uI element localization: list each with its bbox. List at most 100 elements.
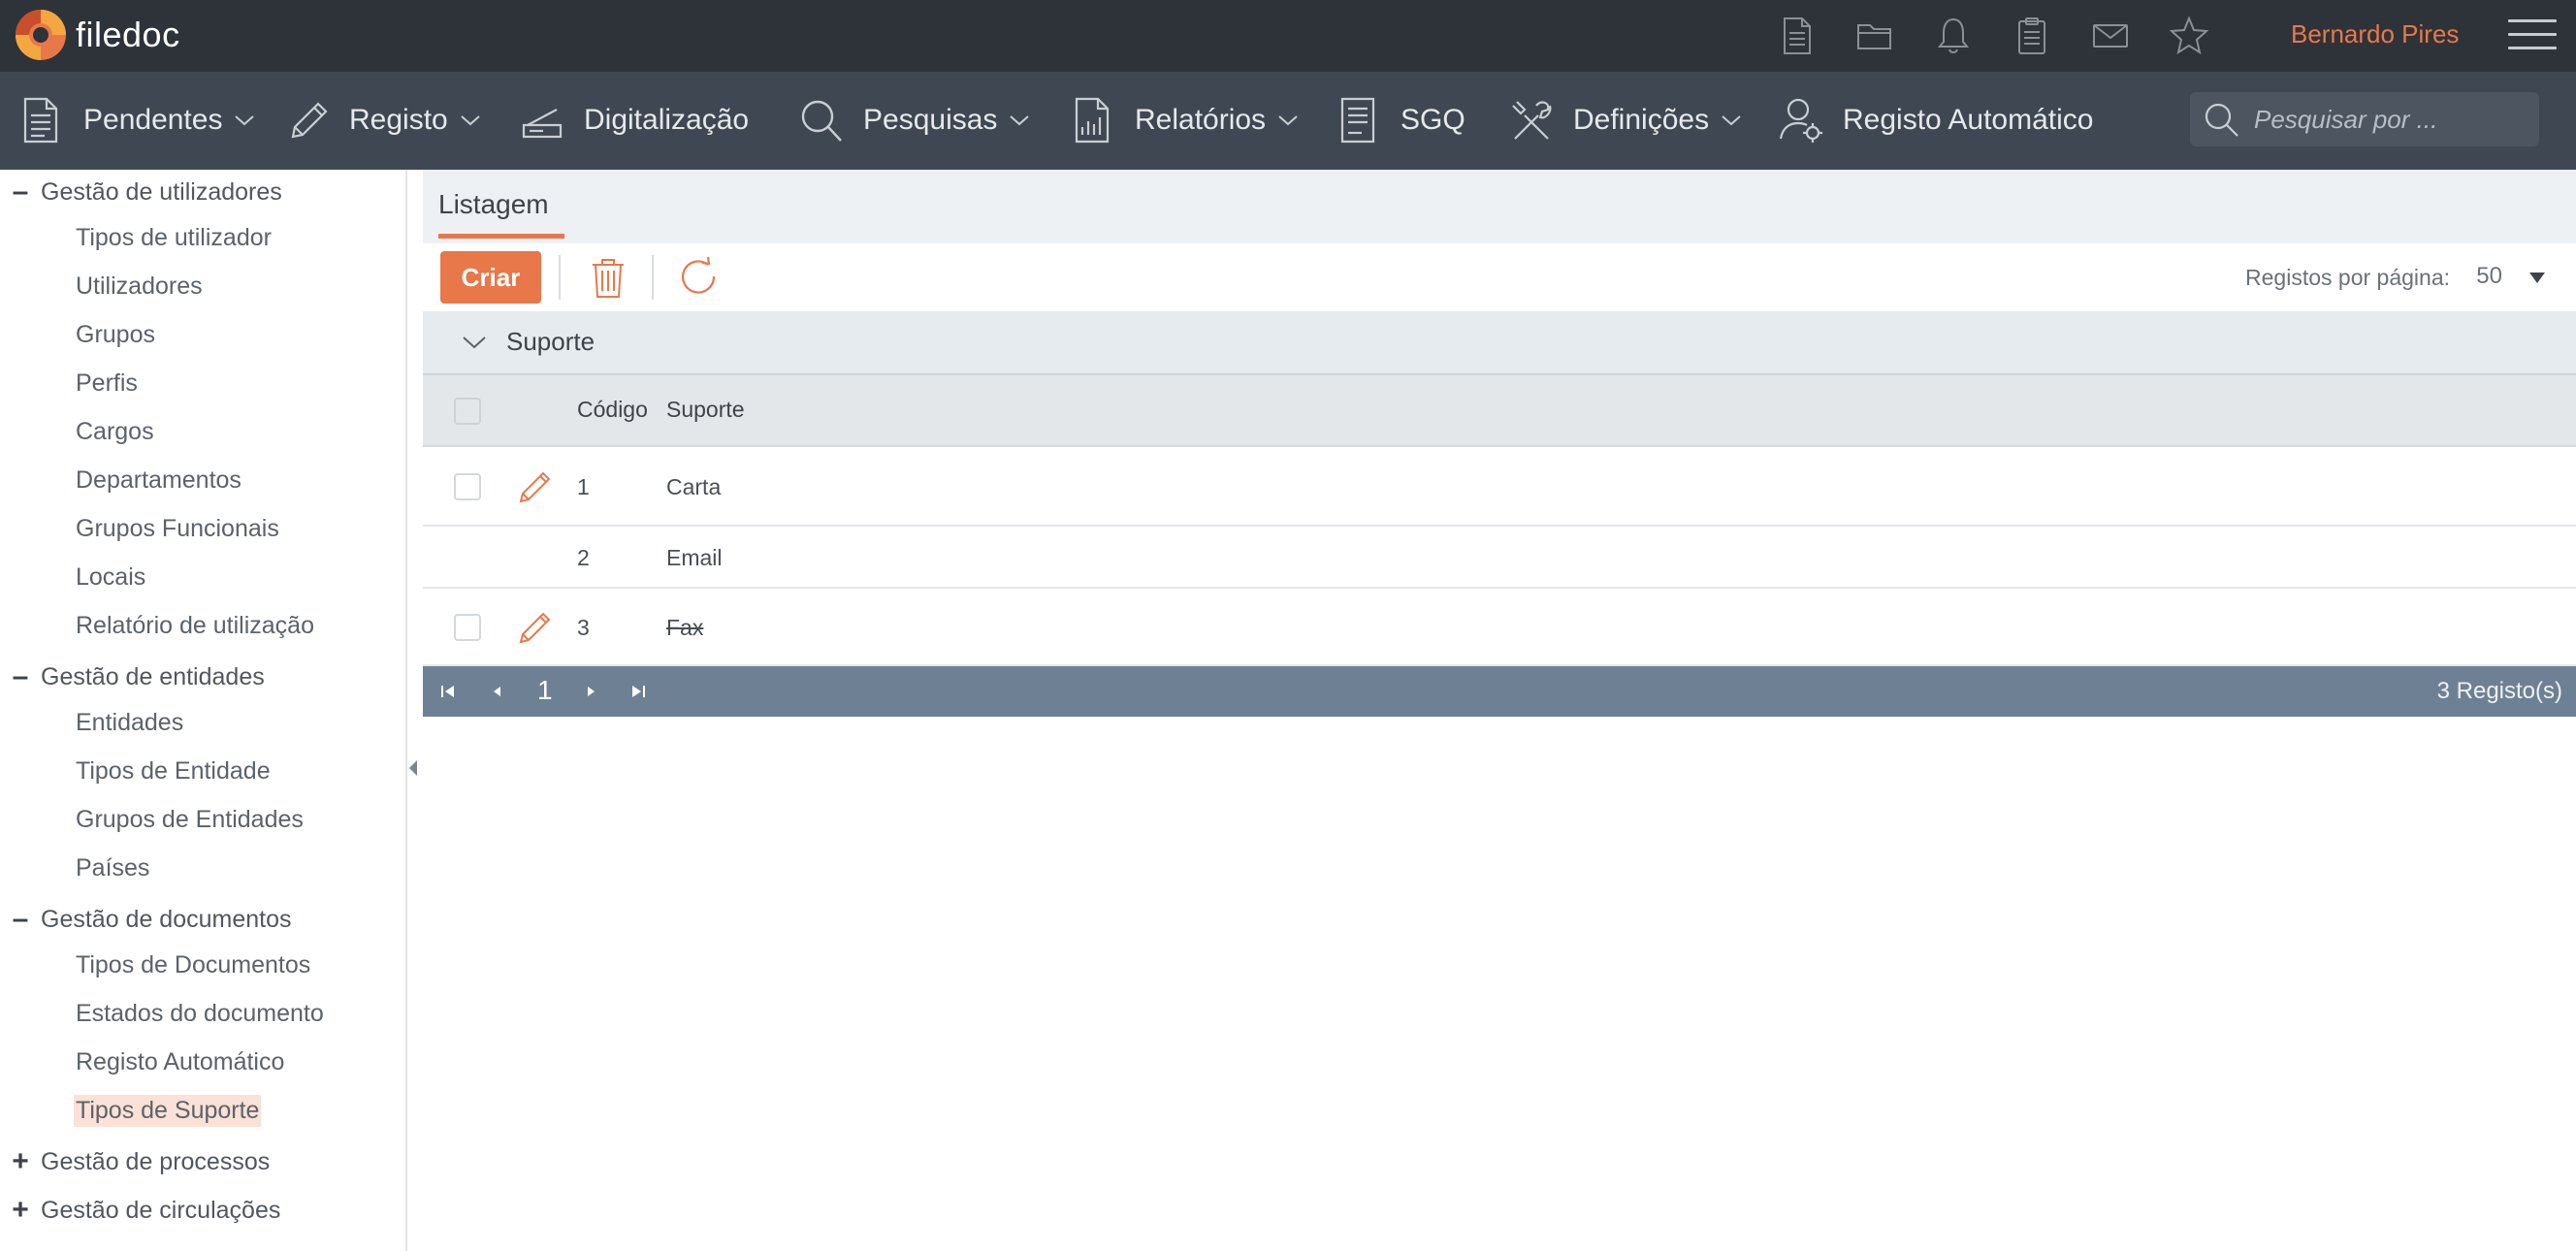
table-row[interactable]: 1 Carta [423,447,2576,527]
last-page-icon[interactable] [627,680,650,703]
sidebar-tree: – Gestão de utilizadores Tipos de utiliz… [0,170,407,1251]
edit-pencil-icon[interactable] [516,467,555,506]
user-gear-icon [1779,98,1822,143]
nav-item-label: Relatórios [1135,104,1267,136]
tree-item-departamentos[interactable]: Departamentos [76,466,242,495]
collapse-toggle[interactable]: – [10,903,31,936]
current-page[interactable]: 1 [537,675,553,706]
tree-item-tipos-utilizador[interactable]: Tipos de utilizador [76,224,272,252]
tree-item-locais[interactable]: Locais [76,563,145,592]
toolbar-divider [559,255,561,300]
chevron-down-icon [461,115,480,126]
group-header[interactable]: Suporte [423,311,2576,375]
tree-group-documentos[interactable]: – Gestão de documentos [10,903,292,936]
nav-item-digitalizacao[interactable]: Digitalização [520,91,749,149]
toolbar: Criar Registos por página: 50 [423,243,2576,311]
trash-icon[interactable] [584,253,632,302]
top-bar: filedoc Bernardo Pires [0,0,2576,72]
nav-item-label: Digitalização [584,104,750,136]
cell-code: 2 [577,545,590,570]
nav-item-sgq[interactable]: SGQ [1336,91,1465,149]
tree-item-perfis[interactable]: Perfis [76,369,138,398]
nav-item-label: Registo Automático [1843,104,2094,136]
chevron-down-icon [1722,115,1741,126]
cell-code: 1 [577,474,590,499]
search-icon [801,100,842,142]
active-tab-indicator [438,234,564,239]
document-icon [23,97,58,144]
tree-item-entidades[interactable]: Entidades [76,709,183,737]
table-header: Código Suporte [423,375,2576,447]
tree-item-paises[interactable]: Países [76,854,149,882]
tree-item-tipos-documentos[interactable]: Tipos de Documentos [76,951,310,979]
nav-item-registo-automatico[interactable]: Registo Automático [1779,91,2093,149]
logo[interactable]: filedoc [14,8,180,62]
tree-group-label: Gestão de entidades [41,662,265,690]
table-row[interactable]: 3 Fax [423,589,2576,666]
select-all-checkbox[interactable] [454,398,481,425]
nav-item-pesquisas[interactable]: Pesquisas [799,91,1030,149]
row-checkbox[interactable] [454,473,481,500]
collapse-toggle[interactable]: – [10,176,31,208]
mail-icon[interactable] [2089,14,2132,58]
previous-page-icon[interactable] [485,680,508,703]
nav-item-label: Definições [1573,104,1710,136]
username[interactable]: Bernardo Pires [2291,19,2459,49]
tree-item-relatorio-utilizacao[interactable]: Relatório de utilização [76,612,314,640]
tree-group-processos[interactable]: + Gestão de processos [10,1145,270,1178]
tree-item-cargos[interactable]: Cargos [76,418,154,446]
tree-item-utilizadores[interactable]: Utilizadores [76,273,203,301]
create-button[interactable]: Criar [440,251,541,304]
chevron-down-icon[interactable] [462,335,487,350]
tree-item-grupos-funcionais[interactable]: Grupos Funcionais [76,515,279,543]
global-search[interactable] [2190,92,2539,146]
tab-listagem[interactable]: Listagem [438,189,549,220]
search-input[interactable] [2254,104,2526,135]
star-icon[interactable] [2168,14,2210,58]
expand-toggle[interactable]: + [10,1194,31,1227]
filedoc-logo-icon [16,10,66,60]
first-page-icon[interactable] [436,680,460,703]
tree-group-label: Gestão de processos [41,1147,271,1175]
refresh-icon[interactable] [675,253,724,302]
cell-support: Fax [666,615,704,640]
tree-group-circulacoes[interactable]: + Gestão de circulações [10,1194,280,1227]
nav-item-pendentes[interactable]: Pendentes [19,91,255,149]
app-name: filedoc [76,15,180,54]
main-nav: Pendentes Registo Digitalização Pesquisa… [0,72,2576,170]
tree-item-estados-documento[interactable]: Estados do documento [76,1000,324,1028]
tree-item-tipos-suporte[interactable]: Tipos de Suporte [74,1095,262,1127]
menu-icon[interactable] [2508,19,2557,52]
nav-item-registo[interactable]: Registo [285,91,481,149]
edit-pencil-icon[interactable] [516,608,555,647]
column-header-support[interactable]: Suporte [666,397,745,423]
row-checkbox[interactable] [454,614,481,641]
caret-down-icon[interactable] [2529,273,2545,283]
folder-icon[interactable] [1853,14,1896,58]
column-header-code[interactable]: Código [577,397,648,423]
pencil-icon [291,102,328,139]
nav-item-definicoes[interactable]: Definições [1509,91,1742,149]
collapse-toggle[interactable]: – [10,660,31,693]
tree-group-utilizadores[interactable]: – Gestão de utilizadores [10,176,282,208]
document-icon[interactable] [1775,14,1818,58]
next-page-icon[interactable] [580,680,603,703]
clipboard-icon[interactable] [2011,14,2053,58]
tree-item-grupos-entidades[interactable]: Grupos de Entidades [76,806,304,834]
nav-item-label: Registo [349,104,448,136]
per-page-select[interactable]: 50 [2476,263,2502,290]
tree-group-label: Gestão de utilizadores [41,177,282,206]
nav-item-relatorios[interactable]: Relatórios [1071,91,1299,149]
sidebar-collapse-icon[interactable] [407,758,419,778]
tree-item-grupos[interactable]: Grupos [76,321,155,349]
table-row[interactable]: 2 Email [423,527,2576,589]
tree-item-registo-automatico[interactable]: Registo Automático [76,1048,284,1076]
bell-icon[interactable] [1932,14,1975,58]
tree-item-tipos-entidade[interactable]: Tipos de Entidade [76,757,271,786]
chevron-down-icon [235,115,255,126]
top-icon-bar [1775,14,2246,58]
expand-toggle[interactable]: + [10,1145,31,1178]
main-content: Listagem Criar Registos por página: 50 S… [423,170,2576,1251]
tree-group-entidades[interactable]: – Gestão de entidades [10,660,265,693]
scanner-icon [522,109,563,139]
